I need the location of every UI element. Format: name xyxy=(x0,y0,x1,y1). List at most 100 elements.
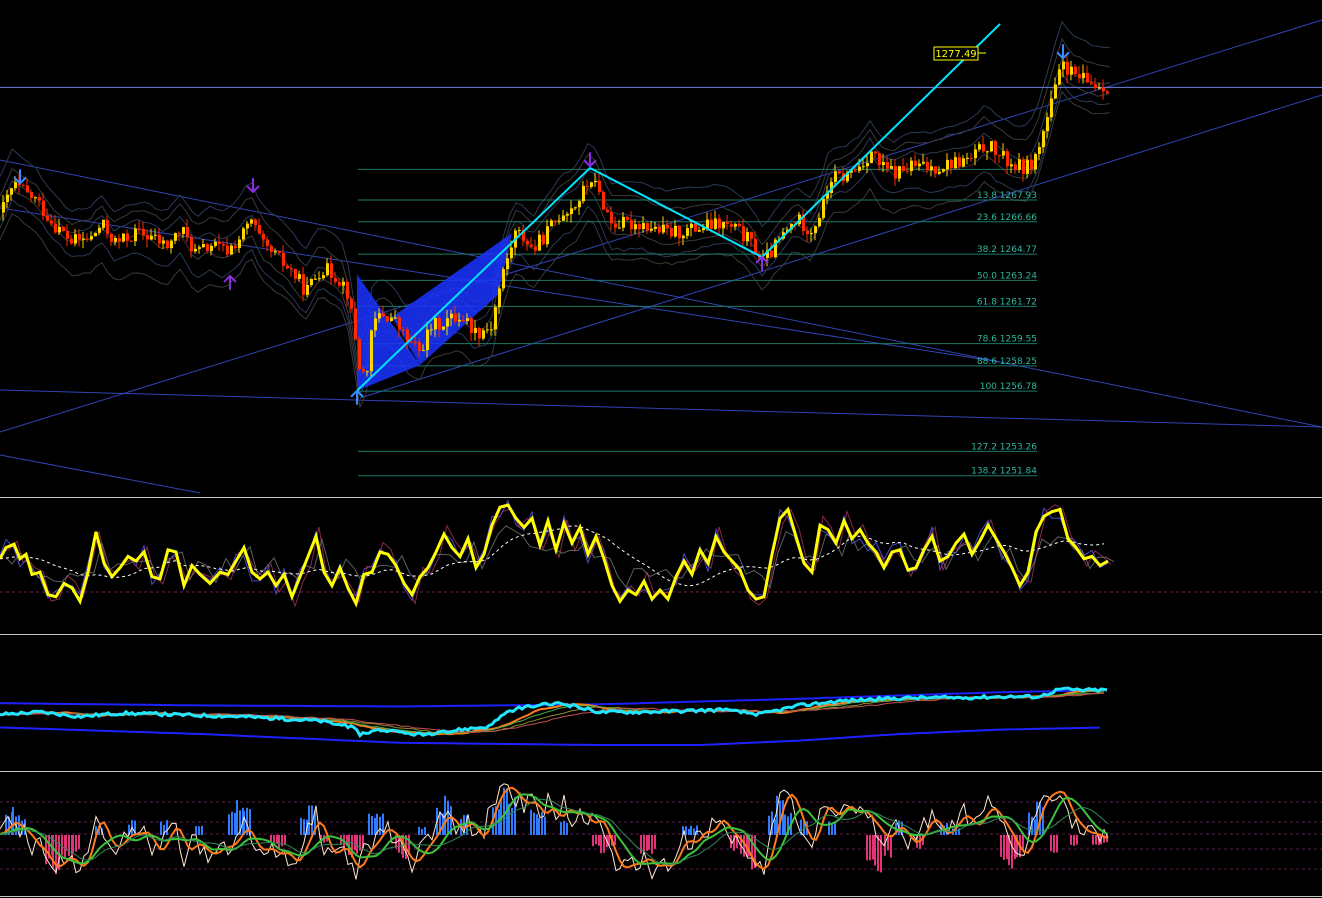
candle-body xyxy=(1062,61,1065,70)
candle-body xyxy=(634,224,637,230)
candle-body xyxy=(106,219,109,234)
candle-body xyxy=(650,228,653,231)
candle-body xyxy=(586,185,589,187)
candle-body xyxy=(86,238,89,240)
candle-body xyxy=(734,223,737,227)
candle-body xyxy=(246,223,249,229)
candle-body xyxy=(274,251,277,253)
histogram-bar xyxy=(195,826,197,835)
candle-body xyxy=(426,329,429,351)
candle-body xyxy=(958,157,961,167)
histogram-bar xyxy=(654,835,656,849)
candle-body xyxy=(610,212,613,224)
candle-body xyxy=(330,263,333,278)
candle-body xyxy=(210,245,213,251)
candle-body xyxy=(214,241,217,246)
moving-average-panel[interactable] xyxy=(0,637,1322,774)
histogram-bar xyxy=(371,815,373,835)
candle-body xyxy=(226,245,229,255)
candle-body xyxy=(30,191,33,198)
candle-body xyxy=(606,209,609,213)
candle-body xyxy=(742,226,745,242)
candle-body xyxy=(946,159,949,170)
candle-body xyxy=(930,166,933,171)
candle-body xyxy=(626,216,629,220)
histogram-bar xyxy=(693,828,695,835)
oscillator-signal-line xyxy=(2,504,1112,608)
candle-body xyxy=(162,240,165,244)
candle-body xyxy=(310,278,313,286)
candle-body xyxy=(62,226,65,232)
candle-body xyxy=(266,239,269,246)
candle-body xyxy=(50,220,53,224)
candle-body xyxy=(10,188,13,195)
fib-level-label: 13.8 1267.93 xyxy=(977,191,1037,201)
histogram-panel[interactable] xyxy=(0,774,1322,898)
oscillator-panel[interactable] xyxy=(0,497,1322,637)
envelope-band xyxy=(0,57,1111,378)
histogram-bar xyxy=(359,835,361,851)
histogram-bar xyxy=(651,835,653,854)
candle-body xyxy=(1022,159,1025,174)
candle-body xyxy=(170,240,173,249)
candle-body xyxy=(110,233,113,242)
candle-body xyxy=(554,220,557,222)
candle-body xyxy=(710,219,713,229)
candle-body xyxy=(102,219,105,228)
candle-body xyxy=(674,225,677,237)
candle-body xyxy=(218,241,221,244)
histogram-bar xyxy=(1076,835,1078,845)
candle-body xyxy=(406,329,409,342)
candle-body xyxy=(318,278,321,280)
candle-body xyxy=(394,317,397,319)
candle-body xyxy=(594,180,597,183)
candle-body xyxy=(34,197,37,199)
price-chart-panel[interactable]: 0 113.8 1267.9323.6 1266.6638.2 1264.775… xyxy=(0,0,1322,497)
envelope-band xyxy=(0,80,1111,398)
candle-body xyxy=(886,162,889,169)
candle-body xyxy=(206,244,209,251)
candle-body xyxy=(90,236,93,240)
candle-body xyxy=(446,318,449,327)
candle-body xyxy=(374,318,377,331)
candle-body xyxy=(658,226,661,233)
candle-body xyxy=(362,368,365,372)
candle-body xyxy=(378,313,381,319)
histogram-bar xyxy=(541,812,543,835)
candle-body xyxy=(94,232,97,237)
candle-body xyxy=(222,243,225,246)
candle-body xyxy=(1098,87,1101,89)
histogram-bar xyxy=(784,814,786,835)
candle-body xyxy=(730,223,733,227)
histogram-bar xyxy=(1095,835,1097,845)
candle-body xyxy=(654,226,657,229)
candle-body xyxy=(678,225,681,239)
candle-body xyxy=(1090,82,1093,85)
candle-body xyxy=(1070,66,1073,75)
histogram-bar xyxy=(872,835,874,860)
candle-body xyxy=(322,275,325,279)
candle-body xyxy=(934,166,937,174)
candle-body xyxy=(154,234,157,236)
candle-body xyxy=(686,228,689,236)
histogram-bar xyxy=(303,819,305,835)
histogram-bar xyxy=(1000,835,1002,857)
candle-body xyxy=(518,230,521,232)
candle-body xyxy=(834,171,837,182)
candle-body xyxy=(970,157,973,159)
candle-body xyxy=(546,226,549,245)
candle-body xyxy=(1014,164,1017,170)
candle-body xyxy=(370,330,373,372)
candle-body xyxy=(74,234,77,244)
fib-level-label: 78.6 1259.55 xyxy=(977,335,1037,345)
candle-body xyxy=(78,234,81,240)
histogram-bar xyxy=(874,835,876,866)
candle-body xyxy=(526,240,529,245)
candle-body xyxy=(510,247,513,259)
candle-body xyxy=(6,194,9,202)
candle-body xyxy=(590,182,593,187)
candle-body xyxy=(342,281,345,286)
candle-body xyxy=(498,288,501,308)
candle-body xyxy=(338,281,341,286)
candle-body xyxy=(906,170,909,172)
